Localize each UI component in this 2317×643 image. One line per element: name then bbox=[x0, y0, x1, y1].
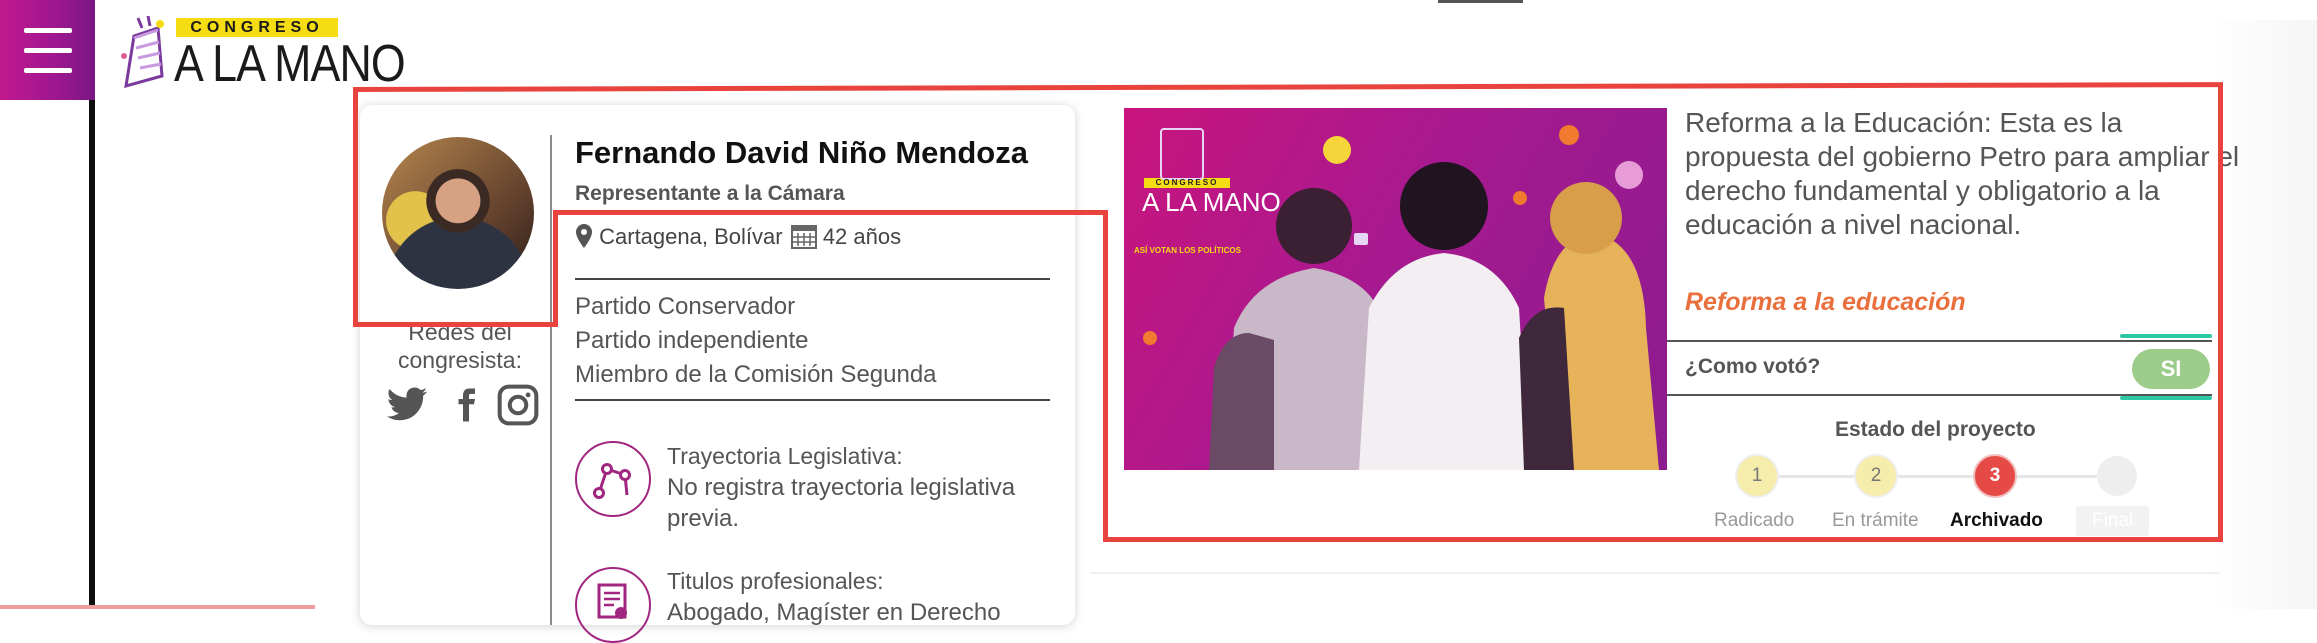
image-logo-sub: ASÍ VOTAN LOS POLÍTICOS bbox=[1134, 246, 1241, 255]
step-connector bbox=[1898, 475, 1973, 478]
proyecto-image[interactable]: CONGRESO A LA MANO ASÍ VOTAN LOS POLÍTIC… bbox=[1124, 108, 1667, 470]
capitol-logo-icon bbox=[121, 16, 164, 88]
left-rail bbox=[89, 100, 95, 609]
congresista-name: Fernando David Niño Mendoza bbox=[575, 135, 1028, 170]
commission-line: Miembro de la Comisión Segunda bbox=[575, 361, 937, 388]
hamburger-menu-button[interactable] bbox=[0, 0, 95, 100]
logo-main-text: A LA MANO bbox=[174, 35, 406, 93]
step-label-final: Final bbox=[2076, 506, 2150, 536]
step-en-tramite: 2 bbox=[1854, 454, 1898, 498]
step-label-radicado: Radicado bbox=[1714, 510, 1795, 531]
bottom-accent-line bbox=[0, 605, 315, 609]
titulos-title: Titulos profesionales: bbox=[667, 568, 884, 594]
menu-icon-bar bbox=[24, 68, 72, 73]
map-pin-icon bbox=[576, 224, 592, 248]
menu-icon-bar bbox=[24, 48, 72, 53]
proyecto-description: Reforma a la Educación: Esta es la propu… bbox=[1685, 107, 2240, 240]
site-logo[interactable]: CONGRESO A LA MANO bbox=[118, 14, 406, 94]
titulos-icon bbox=[575, 567, 651, 643]
trayectoria-icon bbox=[575, 441, 651, 517]
titulos-body: Abogado, Magíster en Derecho bbox=[667, 599, 1001, 626]
step-label-archivado: Archivado bbox=[1950, 510, 2043, 531]
students-illustration bbox=[1143, 125, 1659, 470]
top-tab-indicator bbox=[1438, 0, 1523, 3]
step-archivado: 3 bbox=[1973, 454, 2017, 498]
annotation-red-step bbox=[553, 210, 558, 327]
vote-top-divider bbox=[1667, 340, 2212, 342]
annotation-red-top bbox=[352, 82, 2224, 92]
estado-title: Estado del proyecto bbox=[1835, 418, 2036, 441]
annotation-red-right bbox=[2218, 87, 2223, 542]
instagram-icon[interactable] bbox=[496, 383, 540, 427]
congresista-photo bbox=[382, 137, 534, 289]
card-separator bbox=[575, 278, 1050, 280]
facebook-icon[interactable] bbox=[448, 383, 484, 427]
card-separator bbox=[575, 399, 1050, 401]
twitter-icon[interactable] bbox=[384, 383, 430, 427]
step-label-en-tramite: En trámite bbox=[1832, 510, 1919, 531]
annotation-red-bottom-short bbox=[353, 322, 558, 327]
annotation-red-bottom bbox=[1103, 537, 2223, 542]
step-radicado: 1 bbox=[1735, 454, 1779, 498]
proyecto-link[interactable]: Reforma a la educación bbox=[1685, 288, 1966, 317]
mini-capitol-icon bbox=[1160, 128, 1204, 180]
trayectoria-body: No registra trayectoria legislativa prev… bbox=[667, 474, 1016, 532]
congresista-location-row: Cartagena, Bolívar 42 años bbox=[575, 223, 901, 250]
congresista-age: 42 años bbox=[822, 224, 902, 249]
voto-label: ¿Como votó? bbox=[1685, 355, 1821, 378]
image-logo-main: A LA MANO bbox=[1142, 187, 1281, 217]
trayectoria-title: Trayectoria Legislativa: bbox=[667, 443, 903, 469]
congresista-location: Cartagena, Bolívar bbox=[599, 224, 783, 249]
annotation-red-down bbox=[1103, 210, 1108, 540]
annotation-red-mid bbox=[553, 210, 1108, 215]
card-divider bbox=[550, 135, 552, 625]
annotation-teal-bottom bbox=[2120, 396, 2212, 400]
annotation-teal-top bbox=[2120, 334, 2212, 338]
step-connector bbox=[1779, 475, 1854, 478]
annotation-red-left bbox=[353, 87, 358, 327]
step-final bbox=[2097, 456, 2137, 496]
menu-icon bbox=[24, 28, 72, 33]
vote-badge: SI bbox=[2132, 349, 2210, 389]
congresista-role: Representante a la Cámara bbox=[575, 182, 845, 205]
congresista-card: Redes del congresista: Fernando David Ni… bbox=[360, 105, 1075, 643]
panel-bottom-divider bbox=[1090, 572, 2220, 574]
party-line-1: Partido Conservador bbox=[575, 293, 796, 320]
calendar-icon bbox=[790, 225, 817, 249]
party-line-2: Partido independiente bbox=[575, 327, 809, 354]
step-connector bbox=[2017, 475, 2097, 478]
